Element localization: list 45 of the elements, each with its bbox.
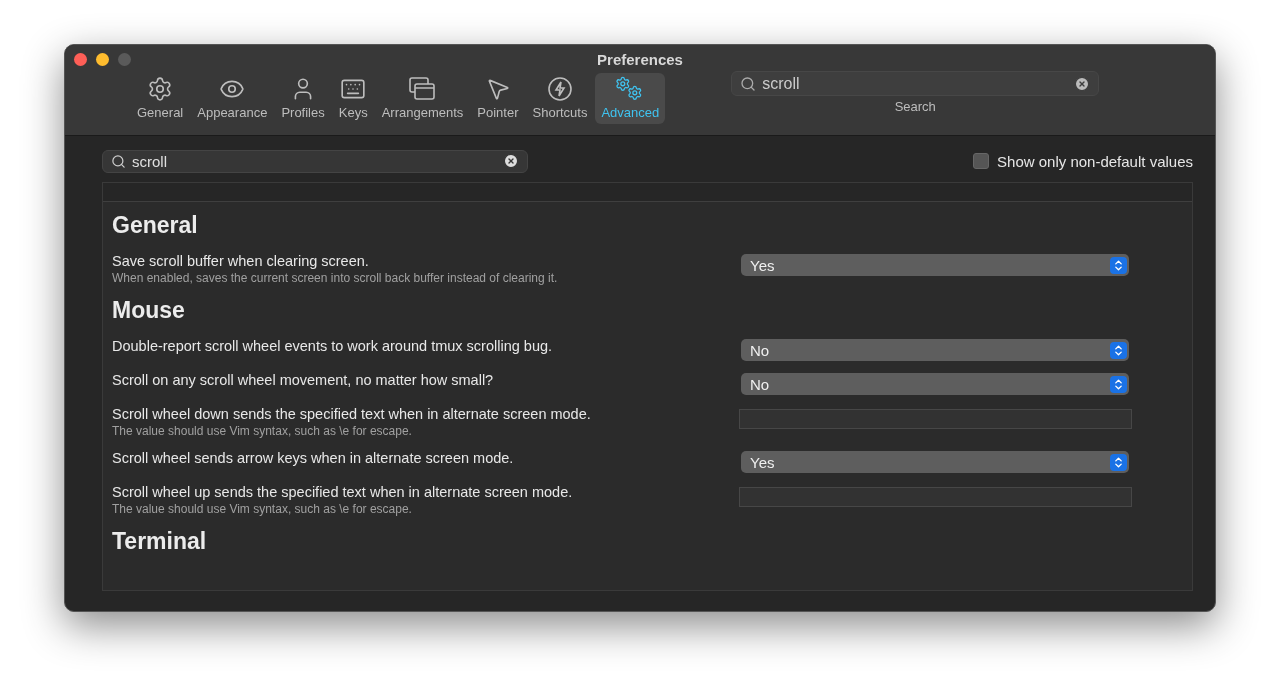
stepper-icon xyxy=(1112,377,1125,391)
stepper-icon xyxy=(1112,455,1125,469)
toolbar-tab[interactable]: Profiles xyxy=(275,73,331,124)
gear-icon xyxy=(147,76,174,102)
setting-hint: The value should use Vim syntax, such as \e for escape. xyxy=(112,502,413,516)
search-label: Search xyxy=(894,99,936,114)
checkbox[interactable] xyxy=(973,153,990,169)
section-heading: General xyxy=(112,212,199,239)
toolbar-tab[interactable]: Shortcuts xyxy=(526,73,594,124)
setting-label: Scroll wheel down sends the specified text when in alternate screen mode. xyxy=(112,406,591,422)
popup-menu[interactable]: No xyxy=(741,373,1129,395)
toolbar-tab[interactable]: Appearance xyxy=(191,73,274,124)
search-icon xyxy=(111,153,126,169)
setting-label: Double-report scroll wheel events to work around tmux scrolling bug. xyxy=(112,338,553,354)
lightning-icon xyxy=(546,76,573,102)
toolbar-tab[interactable]: Keys xyxy=(332,73,374,124)
popup-menu[interactable]: No xyxy=(741,339,1129,361)
text-field[interactable] xyxy=(739,487,1132,507)
filter-field[interactable]: scroll xyxy=(102,149,528,173)
setting-label: Save scroll buffer when clearing screen. xyxy=(112,253,370,269)
setting-hint: When enabled, saves the current screen into scroll back buffer instead of clearing it. xyxy=(112,271,558,285)
setting-hint: The value should use Vim syntax, such as \e for escape. xyxy=(112,424,413,438)
section-heading: Mouse xyxy=(112,297,186,324)
checkbox-label: Show only non-default values xyxy=(997,152,1193,170)
stepper-icon xyxy=(1112,258,1125,272)
setting-label: Scroll wheel up sends the specified text when in alternate screen mode. xyxy=(112,484,573,500)
popup-menu[interactable]: Yes xyxy=(741,451,1129,473)
popup-menu[interactable]: Yes xyxy=(741,254,1129,276)
stepper-icon xyxy=(1112,343,1125,357)
minimize-button[interactable] xyxy=(96,52,109,66)
setting-label: Scroll wheel sends arrow keys when in alternate screen mode. xyxy=(112,450,514,466)
toolbar-tab[interactable]: Advanced xyxy=(595,73,666,124)
toolbar-tab[interactable]: Arrangements xyxy=(375,73,470,124)
close-button[interactable] xyxy=(74,52,87,66)
toolbar-tab[interactable]: Pointer xyxy=(471,73,525,124)
setting-label: Scroll on any scroll wheel movement, no matter how small? xyxy=(112,372,494,388)
window-title: Preferences xyxy=(597,51,683,68)
windows-icon xyxy=(408,76,437,102)
clear-icon[interactable] xyxy=(1074,75,1091,92)
section-heading: Terminal xyxy=(112,528,208,555)
clear-icon[interactable] xyxy=(503,153,519,169)
toolbar-tab[interactable]: General xyxy=(131,73,190,124)
search-field[interactable]: scroll xyxy=(731,71,1100,96)
search-icon xyxy=(740,75,757,92)
text-field[interactable] xyxy=(739,409,1132,429)
